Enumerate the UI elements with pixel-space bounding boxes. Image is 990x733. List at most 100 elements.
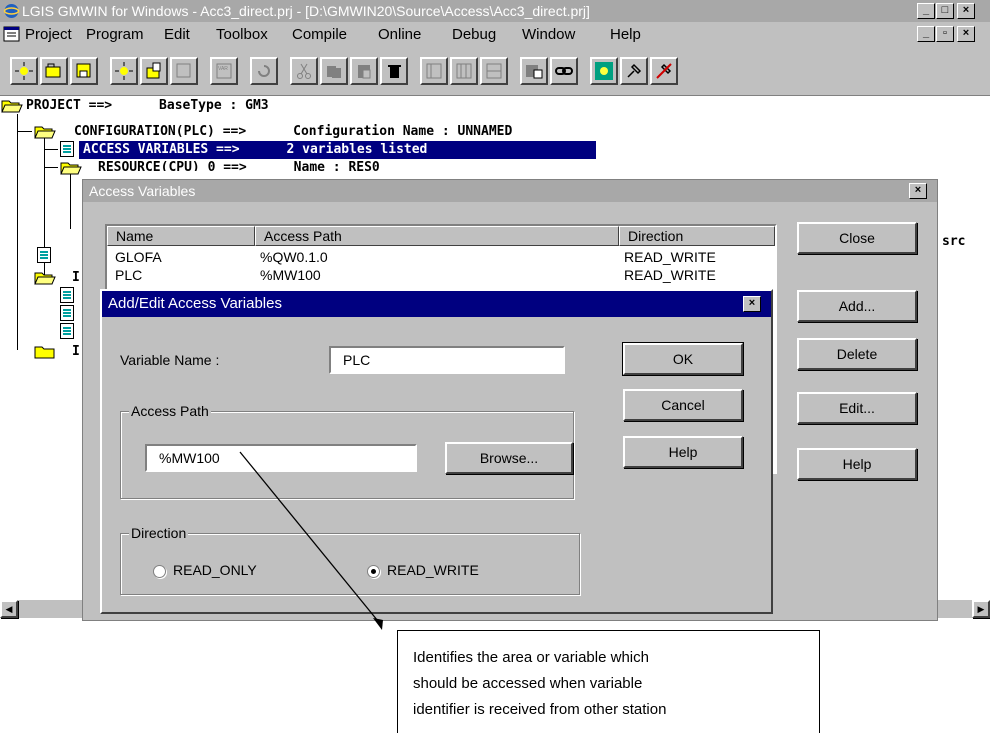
close-icon[interactable]: × bbox=[743, 296, 761, 312]
scroll-right-button[interactable]: ▶ bbox=[972, 600, 990, 618]
tool-3-button[interactable] bbox=[480, 57, 508, 85]
read-only-radio[interactable] bbox=[153, 565, 166, 578]
column-header-direction[interactable]: Direction bbox=[619, 226, 775, 246]
scissors-icon bbox=[297, 63, 311, 79]
cancel-button[interactable]: Cancel bbox=[623, 389, 743, 421]
column-header-access-path[interactable]: Access Path bbox=[255, 226, 619, 246]
connect-button[interactable] bbox=[620, 57, 648, 85]
save-project-button[interactable] bbox=[70, 57, 98, 85]
menu-program[interactable]: Program bbox=[86, 26, 144, 43]
main-title-bar: LGIS GMWIN for Windows - Acc3_direct.prj… bbox=[0, 0, 990, 22]
tool-4-button[interactable] bbox=[520, 57, 548, 85]
help-button[interactable]: Help bbox=[623, 436, 743, 468]
help-button[interactable]: Help bbox=[797, 448, 917, 480]
menu-debug[interactable]: Debug bbox=[452, 26, 496, 43]
read-write-radio[interactable] bbox=[367, 565, 380, 578]
browse-button[interactable]: Browse... bbox=[445, 442, 573, 474]
tree-row-partial[interactable]: I bbox=[72, 269, 80, 287]
tree-line bbox=[17, 114, 18, 350]
save-icon bbox=[76, 63, 91, 78]
document-icon bbox=[60, 323, 74, 339]
doc-restore-button[interactable]: ▫ bbox=[936, 26, 954, 42]
paste-icon bbox=[358, 65, 371, 79]
menu-project[interactable]: Project bbox=[25, 26, 72, 43]
save-disabled-icon bbox=[176, 63, 191, 78]
tool-1-button[interactable] bbox=[420, 57, 448, 85]
ok-button[interactable]: OK bbox=[622, 342, 744, 376]
new-program-button[interactable] bbox=[110, 57, 138, 85]
doc-minimize-button[interactable]: _ bbox=[917, 26, 935, 42]
spark-icon bbox=[595, 62, 613, 80]
tree-line bbox=[17, 131, 32, 132]
direction-group: Direction READ_ONLY READ_WRITE bbox=[120, 525, 580, 595]
link-button[interactable] bbox=[550, 57, 578, 85]
plug-off-icon bbox=[656, 63, 672, 79]
closed-folder-icon bbox=[34, 346, 55, 359]
cell-direction: READ_WRITE bbox=[624, 267, 716, 283]
trash-icon bbox=[388, 65, 401, 78]
delete-button[interactable]: Delete bbox=[797, 338, 917, 370]
close-window-button[interactable]: × bbox=[957, 3, 975, 19]
undo-button[interactable] bbox=[250, 57, 278, 85]
link-icon bbox=[555, 67, 573, 75]
plug-icon bbox=[627, 63, 642, 78]
add-button[interactable]: Add... bbox=[797, 290, 917, 322]
edit-button[interactable]: Edit... bbox=[797, 392, 917, 424]
tree-row-project[interactable]: PROJECT ==> BaseType : GM3 bbox=[26, 97, 269, 115]
window-title: LGIS GMWIN for Windows - Acc3_direct.prj… bbox=[22, 3, 590, 19]
dialog-title: Add/Edit Access Variables bbox=[108, 295, 282, 312]
new-project-button[interactable] bbox=[10, 57, 38, 85]
access-path-group-label: Access Path bbox=[129, 403, 211, 419]
tool-2-button[interactable] bbox=[450, 57, 478, 85]
open-file-icon bbox=[146, 62, 161, 79]
tree-row-partial[interactable]: I bbox=[72, 343, 80, 361]
variable-name-input[interactable]: PLC bbox=[329, 346, 565, 374]
cell-access-path: %MW100 bbox=[260, 267, 321, 283]
menu-help[interactable]: Help bbox=[610, 26, 641, 43]
menu-online[interactable]: Online bbox=[378, 26, 421, 43]
open-folder-icon bbox=[1, 100, 23, 113]
document-icon bbox=[60, 141, 74, 157]
callout-box: Identifies the area or variable which sh… bbox=[397, 630, 820, 733]
app-icon bbox=[3, 4, 20, 18]
copy-button[interactable] bbox=[320, 57, 348, 85]
open-folder-icon bbox=[34, 272, 56, 285]
cell-name: PLC bbox=[115, 267, 143, 283]
close-button[interactable]: Close bbox=[797, 222, 917, 254]
callout-line: identifier is received from other statio… bbox=[413, 701, 667, 718]
tree-line bbox=[44, 149, 58, 150]
delete-button[interactable] bbox=[380, 57, 408, 85]
doc-close-button[interactable]: × bbox=[957, 26, 975, 42]
dialog-title-bar: Add/Edit Access Variables × bbox=[102, 291, 771, 317]
copy-icon bbox=[327, 66, 341, 78]
scroll-left-button[interactable]: ◀ bbox=[0, 600, 18, 618]
maximize-button[interactable]: □ bbox=[936, 3, 954, 19]
read-only-label[interactable]: READ_ONLY bbox=[173, 562, 257, 578]
close-icon[interactable]: × bbox=[909, 183, 927, 199]
paste-button[interactable] bbox=[350, 57, 378, 85]
column-header-name[interactable]: Name bbox=[107, 226, 255, 246]
monitor-button[interactable] bbox=[590, 57, 618, 85]
tree-row-access-variables[interactable]: ACCESS VARIABLES ==> 2 variables listed bbox=[79, 141, 596, 159]
tree-row-configuration[interactable]: CONFIGURATION(PLC) ==> Configuration Nam… bbox=[74, 123, 512, 141]
open-folder-icon bbox=[45, 63, 61, 78]
menu-compile[interactable]: Compile bbox=[292, 26, 347, 43]
minimize-button[interactable]: _ bbox=[917, 3, 935, 19]
disconnect-button[interactable] bbox=[650, 57, 678, 85]
menu-window[interactable]: Window bbox=[522, 26, 575, 43]
cut-button[interactable] bbox=[290, 57, 318, 85]
sun-icon bbox=[115, 62, 133, 80]
open-program-button[interactable] bbox=[140, 57, 168, 85]
document-icon bbox=[60, 305, 74, 321]
read-write-label[interactable]: READ_WRITE bbox=[387, 562, 479, 578]
open-project-button[interactable] bbox=[40, 57, 68, 85]
tree-row-resource[interactable]: RESOURCE(CPU) 0 ==> Name : RES0 bbox=[98, 159, 380, 171]
variable-button[interactable]: VAR bbox=[210, 57, 238, 85]
menu-toolbox[interactable]: Toolbox bbox=[216, 26, 268, 43]
save-program-button[interactable] bbox=[170, 57, 198, 85]
access-path-input[interactable]: %MW100 bbox=[145, 444, 417, 472]
dialog-title: Access Variables bbox=[89, 183, 196, 199]
ladder-icon bbox=[426, 63, 442, 79]
dialog-title-bar: Access Variables × bbox=[83, 180, 937, 202]
menu-edit[interactable]: Edit bbox=[164, 26, 190, 43]
